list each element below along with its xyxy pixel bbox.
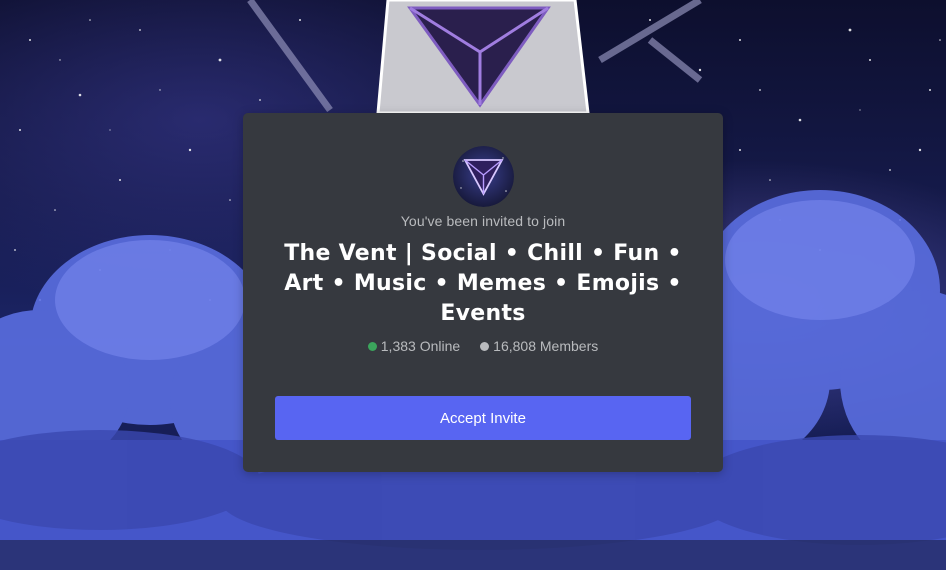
server-avatar [453, 146, 514, 207]
member-count: 16,808 Members [493, 338, 599, 354]
invite-card: You've been invited to join The Vent | S… [243, 113, 723, 472]
online-count: 1,383 Online [380, 338, 461, 354]
invite-subtitle: You've been invited to join [400, 213, 566, 229]
purple-triangle-logo-icon [453, 146, 514, 207]
server-name: The Vent | Social • Chill • Fun • Art • … [284, 241, 682, 326]
server-stats: 1,383 Online 16,808 Members [243, 338, 723, 354]
gray-dot-icon [480, 341, 490, 351]
members-stat: 16,808 Members [480, 338, 598, 354]
accept-invite-button[interactable]: Accept Invite [275, 396, 691, 440]
green-dot-icon [367, 341, 377, 351]
online-stat: 1,383 Online [367, 338, 461, 354]
invite-page-background: You've been invited to join The Vent | S… [0, 0, 946, 570]
